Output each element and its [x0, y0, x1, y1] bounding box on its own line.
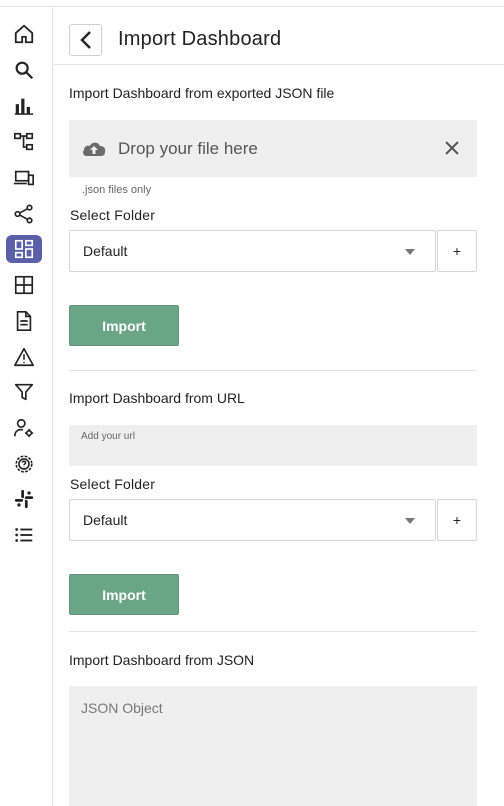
folder-select-value: Default [83, 243, 128, 259]
url-input-placeholder: Add your url [81, 431, 135, 442]
sidebar [0, 7, 53, 806]
json-textarea[interactable]: JSON Object [69, 686, 477, 806]
main-content: Import Dashboard Import Dashboard from e… [54, 7, 504, 806]
page-header: Import Dashboard [54, 7, 504, 65]
divider [69, 370, 477, 371]
list-icon[interactable] [6, 521, 42, 549]
json-import-title: Import Dashboard from JSON [69, 652, 255, 668]
search-icon[interactable] [6, 56, 42, 84]
drop-zone-label: Drop your file here [118, 139, 258, 158]
devices-icon[interactable] [6, 164, 42, 192]
grid-icon[interactable] [6, 271, 42, 299]
import-file-button[interactable]: Import [69, 305, 179, 346]
bar-chart-icon[interactable] [6, 92, 42, 120]
filter-icon[interactable] [6, 378, 42, 406]
select-folder-label: Select Folder [70, 207, 156, 223]
user-settings-icon[interactable] [6, 414, 42, 442]
close-icon[interactable] [444, 140, 460, 156]
cloud-upload-icon [83, 142, 106, 156]
home-icon[interactable] [6, 20, 42, 48]
file-import-title: Import Dashboard from exported JSON file [69, 85, 335, 101]
folder-select-value: Default [83, 512, 128, 528]
folder-select[interactable]: Default [69, 230, 436, 272]
folder-select[interactable]: Default [69, 499, 436, 541]
import-url-button[interactable]: Import [69, 574, 179, 615]
page-title: Import Dashboard [118, 28, 282, 50]
caret-down-icon [405, 249, 415, 255]
dashboard-icon[interactable] [6, 235, 42, 263]
json-textarea-placeholder: JSON Object [81, 700, 163, 716]
select-folder-label: Select Folder [70, 476, 156, 492]
add-folder-button[interactable]: + [437, 499, 477, 541]
divider [69, 631, 477, 632]
chevron-left-icon [79, 31, 91, 49]
add-folder-button[interactable]: + [437, 230, 477, 272]
slack-icon[interactable] [6, 485, 42, 513]
warning-icon[interactable] [6, 343, 42, 371]
url-import-title: Import Dashboard from URL [69, 390, 245, 406]
hierarchy-icon[interactable] [6, 128, 42, 156]
help-settings-icon[interactable] [6, 450, 42, 478]
document-icon[interactable] [6, 307, 42, 335]
url-input[interactable]: Add your url [69, 425, 477, 466]
file-type-hint: .json files only [82, 184, 152, 196]
share-nodes-icon[interactable] [6, 200, 42, 228]
back-button[interactable] [69, 24, 102, 56]
file-drop-zone[interactable]: Drop your file here [69, 120, 477, 177]
caret-down-icon [405, 518, 415, 524]
